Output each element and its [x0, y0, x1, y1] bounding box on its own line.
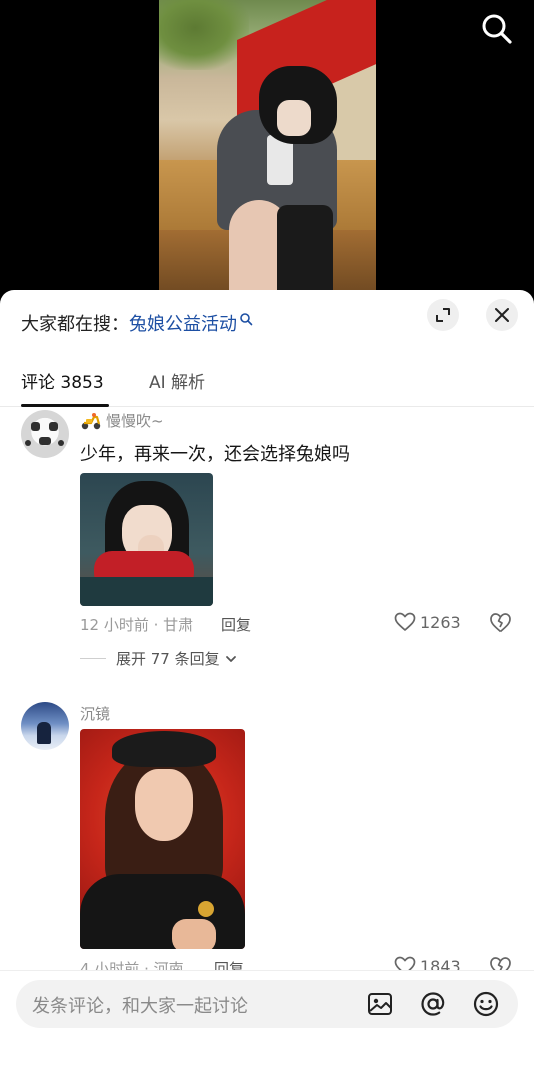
avatar-pixel — [49, 422, 58, 431]
search-suggestion[interactable]: 大家都在搜： 兔娘公益活动 — [21, 308, 253, 338]
comment-username-text: 慢慢吹~ — [106, 412, 164, 430]
comment-username[interactable]: 沉镜 — [80, 703, 110, 724]
heart-icon — [394, 956, 416, 971]
at-icon[interactable] — [419, 990, 447, 1018]
comment-input[interactable]: 发条评论，和大家一起讨论 — [16, 980, 518, 1028]
like-button[interactable]: 1843 — [394, 956, 461, 971]
comment-sheet: 大家都在搜： 兔娘公益活动 评论 3853 AI 解析 慢慢吹~ 少年，再来一次… — [0, 290, 534, 1080]
broken-heart-icon[interactable] — [489, 612, 512, 634]
comment-input-placeholder: 发条评论，和大家一起讨论 — [32, 996, 248, 1017]
comment-time-location: 12 小时前 · 甘肃 — [80, 616, 194, 634]
broken-heart-icon[interactable] — [489, 956, 512, 971]
close-icon — [495, 308, 509, 322]
photo-coat — [80, 577, 213, 606]
painting-emblem — [198, 901, 214, 917]
reply-button[interactable]: 回复 — [221, 614, 251, 635]
like-count: 1843 — [420, 956, 461, 972]
comment-image[interactable] — [80, 473, 213, 606]
painting-coat — [80, 874, 245, 949]
video-person-skirt — [277, 205, 333, 300]
search-suggestion-keyword[interactable]: 兔娘公益活动 — [129, 310, 237, 336]
image-icon[interactable] — [366, 990, 394, 1018]
expand-icon — [436, 308, 450, 322]
avatar-pixel — [31, 422, 40, 431]
comment-username[interactable]: 慢慢吹~ — [80, 410, 164, 431]
avatar[interactable] — [21, 702, 69, 750]
avatar-pixel — [25, 440, 31, 446]
avatar-figure — [37, 722, 51, 744]
scooter-icon — [81, 412, 101, 429]
video-frame[interactable] — [159, 0, 376, 300]
comment-tabs: 评论 3853 AI 解析 — [0, 364, 534, 407]
heart-icon — [394, 612, 416, 631]
video-trees — [159, 0, 249, 70]
search-icon[interactable] — [480, 12, 514, 46]
avatar-pixel — [58, 440, 64, 446]
video-person-face — [277, 100, 311, 136]
close-button[interactable] — [486, 299, 518, 331]
emoji-icon[interactable] — [472, 990, 500, 1018]
expand-replies-button[interactable]: 展开 77 条回复 — [80, 648, 238, 669]
like-button[interactable]: 1263 — [394, 612, 461, 632]
tab-comments[interactable]: 评论 3853 — [21, 368, 104, 393]
expand-button[interactable] — [427, 299, 459, 331]
avatar[interactable] — [21, 410, 69, 458]
comment-text: 少年，再来一次，还会选择兔娘吗 — [80, 444, 350, 465]
avatar-pixel — [39, 437, 51, 445]
painting-face — [135, 769, 193, 841]
divider — [80, 658, 106, 659]
search-icon — [240, 313, 253, 326]
tab-ai-analysis[interactable]: AI 解析 — [149, 368, 205, 393]
chevron-down-icon — [225, 655, 236, 662]
painting-hat — [112, 731, 216, 767]
comment-list[interactable]: 慢慢吹~ 少年，再来一次，还会选择兔娘吗 12 小时前 · 甘肃 回复 1263… — [0, 408, 534, 971]
expand-replies-label: 展开 77 条回复 — [116, 650, 220, 668]
active-tab-indicator — [21, 404, 109, 407]
video-player[interactable] — [0, 0, 534, 300]
painting-fist — [172, 919, 216, 949]
comment-composer: 发条评论，和大家一起讨论 — [0, 970, 534, 1080]
comment-username-text: 沉镜 — [80, 705, 111, 723]
search-suggestion-prefix: 大家都在搜： — [21, 314, 129, 335]
comment-image[interactable] — [80, 729, 245, 949]
like-count: 1263 — [420, 612, 461, 632]
